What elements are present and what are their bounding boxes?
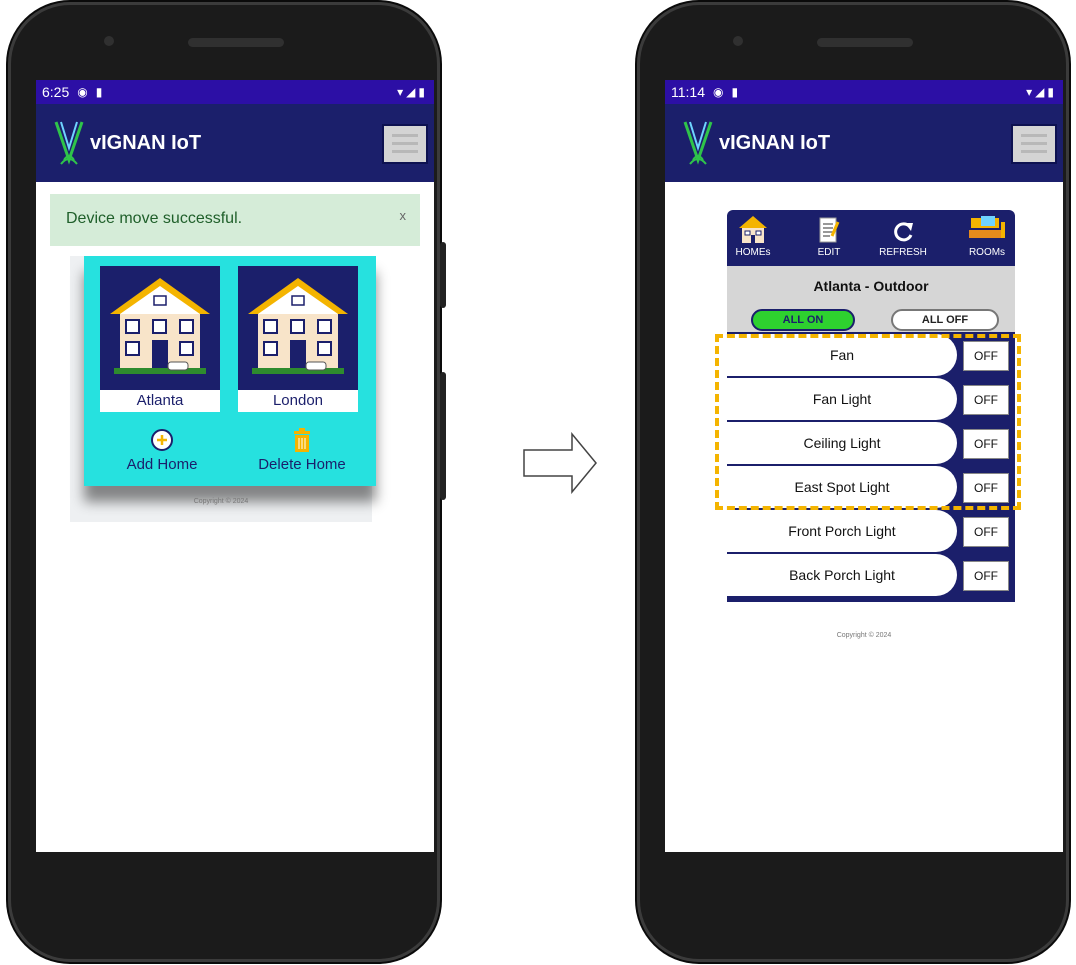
edit-icon: [819, 217, 840, 243]
hamburger-menu-button[interactable]: [382, 124, 428, 164]
edit-label: EDIT: [817, 247, 841, 258]
app-title: vIGNAN IoT: [719, 132, 831, 154]
status-bar: 11:14 ◉ ▮ ▾◢▮: [665, 80, 1063, 104]
trash-icon: [294, 428, 310, 452]
notification-icon: ◉: [77, 85, 88, 99]
device-toggle-button[interactable]: OFF: [963, 517, 1009, 547]
device-toggle-button[interactable]: OFF: [963, 473, 1009, 503]
device-row: Ceiling Light OFF: [727, 422, 1015, 466]
hamburger-menu-button[interactable]: [1011, 124, 1057, 164]
rooms-icon: [969, 216, 1005, 238]
device-name-button[interactable]: East Spot Light: [727, 466, 957, 508]
device-toggle-button[interactable]: OFF: [963, 429, 1009, 459]
homes-button[interactable]: HOMEs: [727, 214, 779, 258]
vignan-logo: [54, 121, 84, 165]
refresh-button[interactable]: REFRESH: [877, 214, 929, 258]
device-name-button[interactable]: Ceiling Light: [727, 422, 957, 464]
status-bar: 6:25 ◉ ▮ ▾◢▮: [36, 80, 434, 104]
right-phone: 11:14 ◉ ▮ ▾◢▮ vIGNAN IoT HOMEs EDIT REFR…: [637, 2, 1069, 962]
device-row: East Spot Light OFF: [727, 466, 1015, 510]
volume-button: [440, 372, 446, 500]
right-screen: 11:14 ◉ ▮ ▾◢▮ vIGNAN IoT HOMEs EDIT REFR…: [665, 80, 1063, 852]
edit-button[interactable]: EDIT: [803, 214, 855, 258]
left-phone: 6:25 ◉ ▮ ▾◢▮ vIGNAN IoT Device move succ…: [8, 2, 446, 962]
hamburger-icon: [392, 134, 418, 154]
panel-toolbar: HOMEs EDIT REFRESH ROOMs: [727, 210, 1015, 266]
speaker-grille: [817, 38, 913, 47]
alert-message: Device move successful.: [66, 210, 243, 227]
status-time: 11:14: [671, 84, 705, 100]
home-card-london[interactable]: London: [238, 266, 358, 412]
signal-battery-icon: ▾◢▮: [1026, 85, 1057, 99]
vignan-logo: [683, 121, 713, 165]
homes-panel: Atlanta London Add Home Delete Home: [84, 256, 376, 486]
alert-close-button[interactable]: x: [400, 208, 407, 223]
app-bar: vIGNAN IoT: [36, 104, 434, 182]
device-row: Fan OFF: [727, 334, 1015, 378]
all-off-button[interactable]: ALL OFF: [891, 309, 999, 331]
house-icon: [248, 278, 348, 374]
signal-battery-icon: ▾◢▮: [397, 85, 428, 99]
house-icon: [110, 278, 210, 374]
copyright-text: Copyright © 2024: [836, 632, 892, 639]
refresh-label: REFRESH: [879, 247, 927, 258]
home-name: Atlanta: [100, 390, 220, 412]
homes-label: HOMEs: [735, 247, 771, 258]
left-screen: 6:25 ◉ ▮ ▾◢▮ vIGNAN IoT Device move succ…: [36, 80, 434, 852]
device-panel: HOMEs EDIT REFRESH ROOMs Atlanta - Outdo…: [727, 210, 1015, 602]
device-row: Back Porch Light OFF: [727, 554, 1015, 598]
home-card-atlanta[interactable]: Atlanta: [100, 266, 220, 412]
device-row: Fan Light OFF: [727, 378, 1015, 422]
delete-home-button[interactable]: Delete Home: [242, 428, 362, 473]
sd-card-icon: ▮: [731, 85, 739, 99]
power-button: [440, 242, 446, 308]
device-name-button[interactable]: Front Porch Light: [727, 510, 957, 552]
device-toggle-button[interactable]: OFF: [963, 561, 1009, 591]
add-home-button[interactable]: Add Home: [112, 428, 212, 473]
transition-arrow-icon: [523, 432, 597, 494]
rooms-button[interactable]: ROOMs: [961, 214, 1013, 258]
homes-icon: [739, 216, 767, 243]
device-toggle-button[interactable]: OFF: [963, 385, 1009, 415]
room-title: Atlanta - Outdoor: [813, 278, 929, 294]
device-name-button[interactable]: Back Porch Light: [727, 554, 957, 596]
front-camera: [104, 36, 114, 46]
rooms-label: ROOMs: [968, 247, 1006, 258]
delete-home-label: Delete Home: [258, 456, 346, 473]
copyright-text: Copyright © 2024: [193, 498, 249, 505]
home-name: London: [238, 390, 358, 412]
add-home-label: Add Home: [126, 456, 198, 473]
device-toggle-button[interactable]: OFF: [963, 341, 1009, 371]
device-name-button[interactable]: Fan: [727, 334, 957, 376]
device-row: Front Porch Light OFF: [727, 510, 1015, 554]
sd-card-icon: ▮: [95, 85, 103, 99]
refresh-icon: [894, 222, 913, 242]
homes-container: Atlanta London Add Home Delete Home Copy…: [70, 256, 376, 522]
room-header: Atlanta - Outdoor ALL ON ALL OFF: [727, 266, 1015, 332]
app-title: vIGNAN IoT: [90, 132, 202, 154]
app-bar: vIGNAN IoT: [665, 104, 1063, 182]
notification-icon: ◉: [713, 85, 724, 99]
hamburger-icon: [1021, 134, 1047, 154]
status-time: 6:25: [42, 84, 70, 100]
all-on-button[interactable]: ALL ON: [751, 309, 855, 331]
device-name-button[interactable]: Fan Light: [727, 378, 957, 420]
front-camera: [733, 36, 743, 46]
speaker-grille: [188, 38, 284, 47]
success-alert: Device move successful. x: [50, 194, 420, 246]
device-list: Fan OFF Fan Light OFF Ceiling Light OFF …: [727, 334, 1015, 598]
add-circle-icon: [151, 429, 173, 451]
